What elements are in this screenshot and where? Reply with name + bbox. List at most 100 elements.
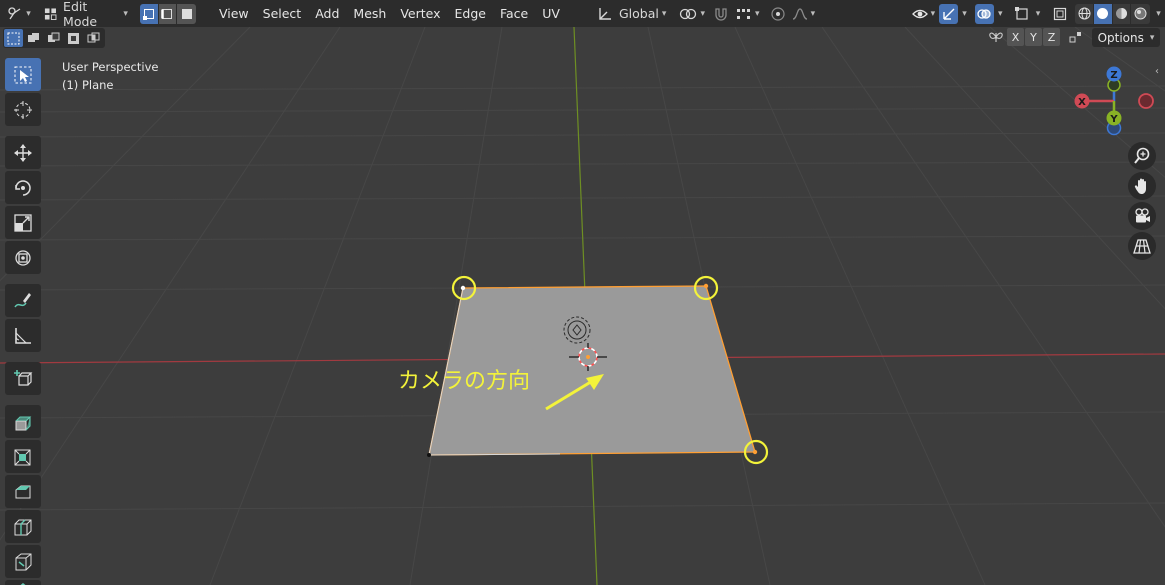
mirror-icon-wrap — [985, 28, 1007, 46]
navigation-gizmo[interactable]: X Z Y — [1070, 62, 1160, 142]
wireframe-sphere-icon — [1078, 7, 1091, 20]
menu-edge[interactable]: Edge — [448, 4, 493, 24]
3d-viewport[interactable]: User Perspective (1) Plane カメラの方向 — [0, 0, 1165, 585]
vertex-select-button[interactable] — [139, 3, 159, 24]
select-box-icon — [14, 66, 32, 83]
proportional-edit-toggle[interactable] — [769, 4, 788, 24]
falloff-curve-icon — [792, 7, 807, 20]
mesh-edit-overlays-toggle[interactable] — [1013, 4, 1032, 24]
transform-tool[interactable] — [5, 241, 41, 274]
rotate-tool[interactable] — [5, 171, 41, 204]
pivot-icon — [680, 8, 697, 19]
xray-toggle[interactable] — [1051, 4, 1070, 24]
scale-tool[interactable] — [5, 206, 41, 239]
pan-button[interactable] — [1128, 172, 1156, 200]
edge-select-icon — [161, 8, 173, 19]
menu-uv[interactable]: UV — [535, 4, 567, 24]
select-extend-button[interactable] — [24, 29, 43, 47]
eye-icon — [911, 9, 928, 18]
measure-tool[interactable] — [5, 319, 41, 352]
rendered-shading-button[interactable] — [1131, 3, 1150, 24]
annotate-tool[interactable] — [5, 284, 41, 317]
selection-mode-buttons — [3, 28, 105, 48]
visibility-dropdown[interactable]: ▾ — [909, 4, 937, 24]
select-invert-button[interactable] — [64, 29, 83, 47]
perspective-toggle-button[interactable] — [1128, 232, 1156, 260]
auto-merge-toggle[interactable] — [1065, 28, 1087, 46]
sidebar-toggle-arrow[interactable]: ‹ — [1155, 66, 1159, 77]
xray-icon — [1053, 7, 1067, 20]
transform-icon — [15, 249, 31, 266]
wireframe-shading-button[interactable] — [1075, 3, 1094, 24]
gizmo-toggle[interactable] — [939, 3, 959, 24]
menu-select[interactable]: Select — [256, 4, 309, 24]
viewport-header: ▾ Edit Mode ▾ View Select Add Mesh Verte… — [0, 0, 1165, 29]
menu-view[interactable]: View — [212, 4, 256, 24]
mirror-y-button[interactable]: Y — [1025, 28, 1042, 46]
spin-tool[interactable] — [5, 580, 41, 585]
shading-dropdown[interactable]: ▾ — [1152, 4, 1165, 24]
viewport-scene — [0, 26, 1165, 585]
overlays-dropdown[interactable]: ▾ — [994, 4, 1007, 24]
header-menus: View Select Add Mesh Vertex Edge Face UV — [212, 4, 567, 24]
inset-tool[interactable] — [5, 440, 41, 473]
mode-selector[interactable]: Edit Mode ▾ — [40, 0, 132, 29]
extrude-tool[interactable] — [5, 405, 41, 438]
add-cube-tool[interactable] — [5, 362, 41, 395]
menu-add[interactable]: Add — [308, 4, 346, 24]
neg-x-handle[interactable] — [1138, 93, 1154, 109]
move-arrows-icon — [14, 143, 32, 162]
camera-view-button[interactable] — [1128, 202, 1156, 230]
pivot-point-dropdown[interactable]: ▾ — [676, 4, 708, 24]
mesh-edit-overlays-dropdown[interactable]: ▾ — [1032, 4, 1045, 24]
auto-merge-icon — [1069, 32, 1081, 43]
solid-shading-button[interactable] — [1093, 3, 1113, 24]
mirror-z-button[interactable]: Z — [1043, 28, 1060, 46]
menu-face[interactable]: Face — [493, 4, 535, 24]
edit-mode-icon — [45, 7, 57, 20]
mirror-x-button[interactable]: X — [1007, 28, 1024, 46]
scale-icon — [14, 213, 32, 232]
zoom-magnifier-icon — [1134, 147, 1150, 164]
transform-orientation-dropdown[interactable]: Global ▾ — [592, 3, 671, 24]
select-subtract-button[interactable] — [44, 29, 63, 47]
select-new-button[interactable] — [4, 29, 23, 47]
zoom-button[interactable] — [1128, 142, 1156, 170]
perspective-grid-icon — [1133, 239, 1151, 254]
cursor-tool[interactable] — [5, 93, 41, 126]
camera-icon — [1135, 208, 1150, 223]
select-box-tool[interactable] — [5, 58, 41, 91]
tool-shelf — [5, 58, 43, 585]
editor-type-button[interactable]: ▾ — [6, 4, 32, 24]
material-preview-button[interactable] — [1112, 3, 1132, 24]
vertex — [427, 453, 431, 457]
select-subtract-icon — [48, 32, 60, 42]
poly-build-icon — [15, 553, 32, 570]
vertex — [703, 283, 709, 289]
options-label: Options — [1097, 30, 1144, 45]
overlays-toggle[interactable] — [975, 3, 994, 24]
gizmo-icon — [942, 8, 955, 20]
z-axis-label: Z — [1110, 70, 1117, 81]
camera-direction-annotation: カメラの方向 — [398, 369, 531, 394]
menu-mesh[interactable]: Mesh — [346, 4, 393, 24]
knife-tool[interactable] — [5, 545, 41, 578]
options-dropdown[interactable]: Options ▾ — [1092, 28, 1160, 47]
spin-icon — [20, 583, 26, 585]
loop-cut-tool[interactable] — [5, 510, 41, 543]
orientation-label: Global — [618, 6, 659, 21]
edge-select-button[interactable] — [158, 3, 178, 24]
face-select-button[interactable] — [177, 3, 196, 24]
proportional-falloff-dropdown[interactable]: ▾ — [789, 4, 817, 24]
select-intersect-button[interactable] — [84, 29, 103, 47]
select-intersect-icon — [87, 32, 100, 42]
snap-target-dropdown[interactable]: ▾ — [733, 4, 763, 24]
butterfly-mirror-icon — [989, 32, 1003, 42]
menu-vertex[interactable]: Vertex — [393, 4, 447, 24]
snap-toggle[interactable] — [712, 4, 731, 24]
move-tool[interactable] — [5, 136, 41, 169]
rendered-sphere-icon — [1134, 7, 1147, 20]
bevel-tool[interactable] — [5, 475, 41, 508]
select-new-icon — [7, 32, 20, 44]
gizmo-dropdown[interactable]: ▾ — [958, 4, 971, 24]
